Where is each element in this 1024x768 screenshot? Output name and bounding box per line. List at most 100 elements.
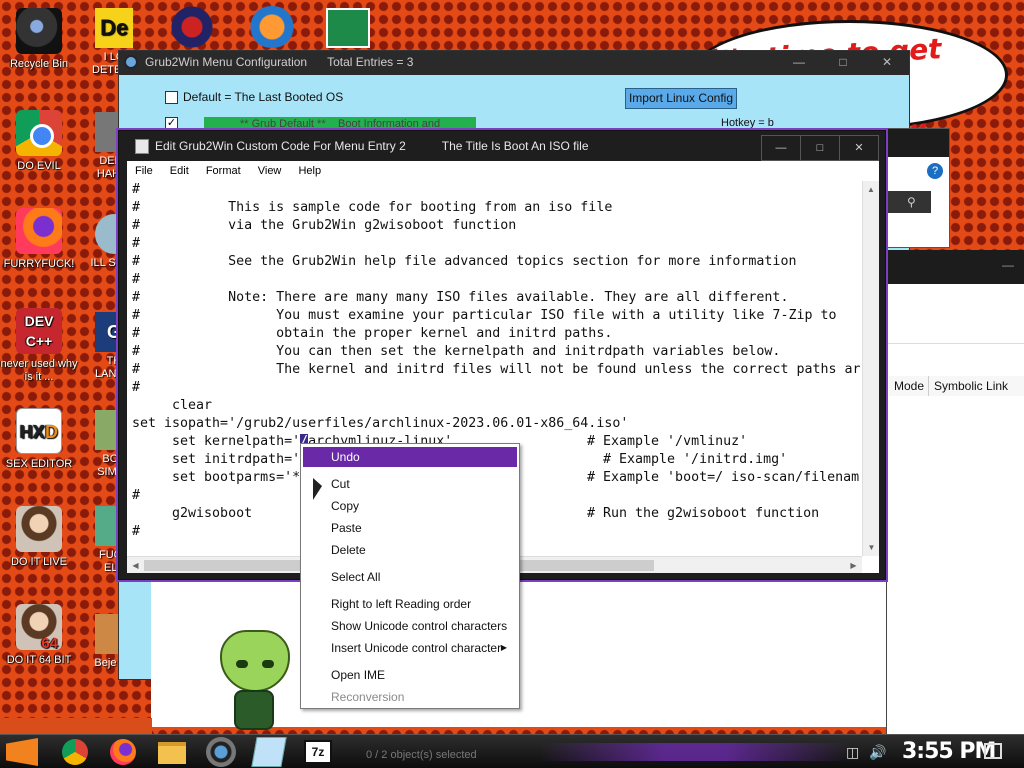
code-line: # obtain the proper kernel and initrd pa… bbox=[132, 326, 613, 341]
context-menu-copy[interactable]: Copy bbox=[303, 496, 517, 516]
desktop-icon-chrome[interactable]: DO EVIL bbox=[0, 110, 78, 173]
maximize-icon[interactable]: □ bbox=[821, 51, 865, 75]
close-icon[interactable]: ✕ bbox=[839, 135, 879, 161]
taskbar-clock[interactable]: 3:55 PM bbox=[902, 739, 996, 765]
scroll-down-icon[interactable]: ▼ bbox=[863, 539, 879, 556]
code-line: # This is sample code for booting from a… bbox=[132, 200, 613, 215]
grub2win-titlebar[interactable]: Grub2Win Menu Configuration Total Entries… bbox=[119, 51, 909, 75]
context-menu-reconversion: Reconversion bbox=[331, 690, 405, 704]
taskbar-file-explorer-icon[interactable] bbox=[158, 742, 186, 764]
code-line: clear bbox=[132, 398, 213, 413]
grub-default-row[interactable]: ** Grub Default ** Boot Information and … bbox=[204, 117, 476, 144]
devcpp-icon: DEV C++ bbox=[16, 308, 62, 354]
edit-code-subtitle: The Title Is Boot An ISO file bbox=[441, 139, 589, 153]
menu-file[interactable]: File bbox=[135, 165, 153, 177]
vertical-scrollbar[interactable]: ▲ ▼ bbox=[862, 181, 879, 556]
context-menu-cut[interactable]: Cut bbox=[303, 474, 517, 494]
import-linux-config-button[interactable]: Import Linux Config bbox=[625, 88, 737, 109]
default-last-booted-label: Default = The Last Booted OS bbox=[183, 90, 344, 104]
desktop-icon-firefox[interactable]: FURRYFUCK! bbox=[0, 208, 78, 271]
background-window-1[interactable]: ? ⚲ bbox=[882, 128, 950, 248]
context-menu-rtl-reading-order[interactable]: Right to left Reading order bbox=[303, 594, 517, 614]
app-icon-2[interactable] bbox=[170, 6, 214, 48]
search-icon[interactable]: ⚲ bbox=[907, 195, 916, 209]
publisher-icon[interactable] bbox=[326, 8, 370, 48]
menu-view[interactable]: View bbox=[258, 165, 282, 177]
close-icon[interactable]: ✕ bbox=[865, 51, 909, 75]
submenu-arrow-icon: ▶ bbox=[500, 643, 507, 652]
taskbar-chrome-icon[interactable] bbox=[62, 739, 88, 765]
grub2win-total-entries: Total Entries = 3 bbox=[327, 55, 414, 69]
desktop-icon-label: never used why is it ... bbox=[0, 358, 78, 383]
context-menu[interactable]: Undo Cut Copy Paste Delete Select All Ri… bbox=[300, 443, 520, 709]
context-menu-show-unicode[interactable]: Show Unicode control characters bbox=[303, 616, 517, 636]
grub2win-icon bbox=[124, 55, 138, 69]
firefox-icon bbox=[16, 208, 62, 254]
minimize-icon[interactable]: — bbox=[761, 135, 801, 161]
desktop-icon-portrait-64[interactable]: 64 DO IT 64 BIT bbox=[0, 604, 78, 667]
edit-code-title: Edit Grub2Win Custom Code For Menu Entry… bbox=[155, 139, 406, 153]
desktop-icon-label: DO IT 64 BIT bbox=[6, 654, 72, 666]
volume-icon[interactable]: 🔊 bbox=[869, 744, 886, 760]
context-menu-undo[interactable]: Undo bbox=[303, 447, 517, 467]
desktop-icon-label: SEX EDITOR bbox=[5, 458, 73, 470]
desktop-stripe bbox=[0, 718, 152, 734]
portrait-icon bbox=[16, 506, 62, 552]
help-icon[interactable]: ? bbox=[927, 163, 943, 179]
background-window-2-titlebar[interactable]: — bbox=[887, 250, 1024, 284]
context-menu-select-all[interactable]: Select All bbox=[303, 567, 517, 587]
context-menu-insert-unicode[interactable]: Insert Unicode control character ▶ bbox=[303, 638, 517, 658]
maximize-icon[interactable]: □ bbox=[800, 135, 840, 161]
code-line: # bbox=[132, 182, 141, 197]
hxd-icon: HXD bbox=[16, 408, 62, 454]
scroll-right-icon[interactable]: ▶ bbox=[845, 557, 862, 573]
context-menu-delete[interactable]: Delete bbox=[303, 540, 517, 560]
notification-icon[interactable] bbox=[984, 743, 1002, 759]
desktop-icon-recycle-bin[interactable]: Recycle Bin bbox=[0, 8, 78, 71]
default-last-booted-checkbox[interactable] bbox=[165, 91, 178, 104]
code-line: # See the Grub2Win help file advanced to… bbox=[132, 254, 797, 269]
desktop-icon-label: DO IT LIVE bbox=[10, 556, 68, 568]
menu-entry-checkbox[interactable]: ✓ bbox=[165, 117, 178, 130]
code-line: # Note: There are many many ISO files av… bbox=[132, 290, 789, 305]
taskbar-notepad-icon[interactable] bbox=[251, 737, 287, 767]
grub2win-title: Grub2Win Menu Configuration bbox=[145, 55, 308, 69]
menu-format[interactable]: Format bbox=[206, 165, 241, 177]
taskbar-firefox-icon[interactable] bbox=[110, 739, 136, 765]
grub-default-label: ** Grub Default ** bbox=[240, 118, 326, 130]
code-line: # bbox=[132, 272, 141, 287]
background-window-2[interactable]: — Mode Symbolic Link bbox=[886, 250, 1024, 734]
scroll-left-icon[interactable]: ◀ bbox=[127, 557, 144, 573]
code-line: # You can then set the kernelpath and in… bbox=[132, 344, 781, 359]
minimize-icon[interactable]: — bbox=[1002, 258, 1014, 272]
desktop-icon-hxd[interactable]: HXD SEX EDITOR bbox=[0, 408, 78, 471]
taskbar-decoration bbox=[540, 743, 850, 761]
column-header-mode[interactable]: Mode bbox=[889, 376, 929, 396]
code-line: # bbox=[132, 236, 141, 251]
taskbar-grub2win-icon[interactable] bbox=[206, 737, 236, 767]
desktop-icon-devcpp[interactable]: DEV C++ never used why is it ... bbox=[0, 308, 78, 384]
context-menu-open-ime[interactable]: Open IME bbox=[303, 665, 517, 685]
minimize-icon[interactable]: — bbox=[777, 51, 821, 75]
taskbar-7zip-icon[interactable]: 7z bbox=[304, 740, 332, 764]
code-line: # You must examine your particular ISO f… bbox=[132, 308, 837, 323]
context-menu-paste[interactable]: Paste bbox=[303, 518, 517, 538]
desktop-icon-portrait[interactable]: DO IT LIVE bbox=[0, 506, 78, 569]
mouse-cursor-icon bbox=[313, 478, 322, 500]
scroll-up-icon[interactable]: ▲ bbox=[863, 181, 879, 198]
notepad-icon bbox=[135, 139, 149, 154]
taskbar: 7z 0 / 2 object(s) selected ◫ 🔊 3:55 PM bbox=[0, 734, 1024, 768]
menu-help[interactable]: Help bbox=[298, 165, 321, 177]
network-icon[interactable]: ◫ bbox=[846, 744, 859, 760]
desktop-icon-label: DO EVIL bbox=[17, 160, 61, 172]
column-header-symbolic-link[interactable]: Symbolic Link bbox=[929, 376, 1024, 396]
code-line: set isopath='/grub2/userfiles/archlinux-… bbox=[132, 416, 629, 431]
taskbar-status-text: 0 / 2 object(s) selected bbox=[366, 749, 477, 761]
code-line: # The kernel and initrd files will not b… bbox=[132, 362, 861, 377]
start-button-icon[interactable] bbox=[6, 738, 38, 766]
app-icon-p[interactable] bbox=[248, 6, 296, 48]
chrome-icon bbox=[16, 110, 62, 156]
code-line: # bbox=[132, 380, 141, 395]
menu-edit[interactable]: Edit bbox=[170, 165, 189, 177]
hotkey-label: Hotkey = b bbox=[721, 117, 774, 129]
